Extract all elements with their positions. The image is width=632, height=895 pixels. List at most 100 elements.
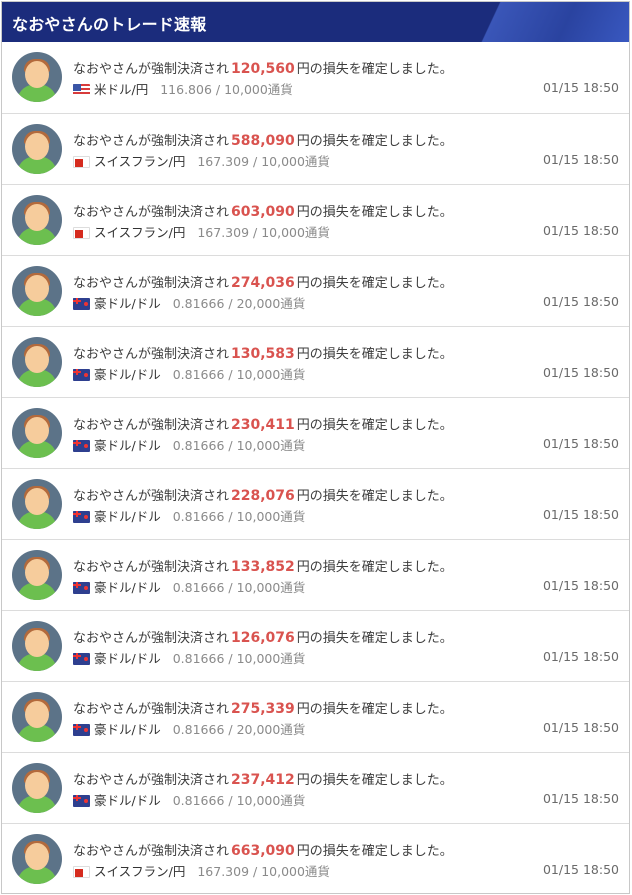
list-item[interactable]: なおやさんが強制決済され 133,852 円の損失を確定しました。 豪ドル/ドル 0.8…	[2, 540, 629, 611]
trade-message: なおやさんが強制決済され 603,090 円の損失を確定しました。	[73, 201, 453, 220]
message-prefix: なおやさんが強制決済され	[73, 347, 230, 362]
currency-pair: 豪ドル/ドル	[94, 296, 161, 311]
loss-amount: 275,339	[231, 701, 295, 717]
au-flag-icon	[73, 511, 90, 523]
loss-amount: 274,036	[231, 275, 295, 291]
trade-message: なおやさんが強制決済され 130,583 円の損失を確定しました。	[73, 343, 453, 362]
list-item[interactable]: なおやさんが強制決済され 120,560 円の損失を確定しました。 米ドル/円 116.…	[2, 42, 629, 114]
au-flag-icon	[73, 298, 90, 310]
currency-pair: 豪ドル/ドル	[94, 438, 161, 453]
list-item[interactable]: なおやさんが強制決済され 603,090 円の損失を確定しました。 スイスフラン/円 1…	[2, 185, 629, 256]
timestamp: 01/15 18:50	[542, 436, 619, 451]
trade-details: 豪ドル/ドル 0.81666 / 10,000通貨	[73, 364, 305, 383]
list-item[interactable]: なおやさんが強制決済され 130,583 円の損失を確定しました。豪ドル/ドル 0.8…	[2, 327, 629, 398]
us-flag-icon	[73, 84, 90, 96]
message-prefix: なおやさんが強制決済され	[73, 134, 230, 149]
message-suffix: 円の損失を確定しました。	[296, 276, 453, 291]
rate-and-lot: 0.81666 / 10,000通貨	[172, 509, 306, 524]
currency-pair: 豪ドル/ドル	[94, 722, 161, 737]
message-suffix: 円の損失を確定しました。	[296, 631, 453, 646]
avatar	[12, 337, 62, 387]
list-item[interactable]: なおやさんが強制決済され 230,411 円の損失を確定しました。 豪ドル/ドル 0.8…	[2, 398, 629, 469]
currency-pair: スイスフラン/円	[94, 154, 186, 169]
avatar	[12, 550, 62, 600]
list-item[interactable]: なおやさんが強制決済され 237,412 円の損失を確定しました。 豪ドル/ドル 0.8…	[2, 753, 629, 824]
avatar	[12, 124, 62, 174]
trade-message: なおやさんが強制決済され 230,411 円の損失を確定しました。	[73, 414, 453, 433]
rate-and-lot: 0.81666 / 10,000通貨	[172, 367, 306, 382]
timestamp: 01/15 18:50	[542, 80, 619, 95]
au-flag-icon	[73, 653, 90, 665]
timestamp: 01/15 18:50	[542, 294, 619, 309]
ch-flag-icon	[73, 156, 90, 168]
ch-flag-icon	[73, 866, 90, 878]
loss-amount: 230,411	[231, 417, 295, 433]
trade-details: 豪ドル/ドル 0.81666 / 20,000通貨	[73, 293, 305, 312]
message-prefix: なおやさんが強制決済され	[73, 418, 230, 433]
avatar	[12, 479, 62, 529]
timestamp: 01/15 18:50	[542, 365, 619, 380]
timestamp: 01/15 18:50	[542, 862, 619, 877]
message-suffix: 円の損失を確定しました。	[296, 134, 453, 149]
trade-details: 豪ドル/ドル 0.81666 / 10,000通貨	[73, 648, 305, 667]
rate-and-lot: 0.81666 / 10,000通貨	[172, 793, 306, 808]
avatar	[12, 408, 62, 458]
trade-details: 豪ドル/ドル 0.81666 / 10,000通貨	[73, 506, 305, 525]
message-suffix: 円の損失を確定しました。	[296, 702, 453, 717]
trade-message: なおやさんが強制決済され 126,076 円の損失を確定しました。	[73, 627, 453, 646]
rate-and-lot: 167.309 / 10,000通貨	[197, 864, 330, 879]
currency-pair: 豪ドル/ドル	[94, 509, 161, 524]
avatar	[12, 692, 62, 742]
list-item[interactable]: なおやさんが強制決済され 275,339 円の損失を確定しました。 豪ドル/ドル 0.8…	[2, 682, 629, 753]
trade-details: 豪ドル/ドル 0.81666 / 20,000通貨	[73, 719, 305, 738]
message-prefix: なおやさんが強制決済され	[73, 844, 230, 859]
trade-details: 豪ドル/ドル 0.81666 / 10,000通貨	[73, 435, 305, 454]
loss-amount: 130,583	[231, 346, 295, 362]
loss-amount: 120,560	[231, 61, 295, 77]
currency-pair: 米ドル/円	[94, 82, 149, 97]
feed-title: なおやさんのトレード速報	[12, 15, 207, 34]
loss-amount: 126,076	[231, 630, 295, 646]
list-item[interactable]: なおやさんが強制決済され 663,090 円の損失を確定しました。 スイスフラン/円 1…	[2, 824, 629, 893]
currency-pair: 豪ドル/ドル	[94, 367, 161, 382]
message-prefix: なおやさんが強制決済され	[73, 205, 230, 220]
message-suffix: 円の損失を確定しました。	[296, 489, 453, 504]
au-flag-icon	[73, 582, 90, 594]
timestamp: 01/15 18:50	[542, 791, 619, 806]
trade-message: なおやさんが強制決済され 133,852 円の損失を確定しました。	[73, 556, 453, 575]
message-prefix: なおやさんが強制決済され	[73, 560, 230, 575]
list-item[interactable]: なおやさんが強制決済され 588,090 円の損失を確定しました。スイスフラン/円 1…	[2, 114, 629, 185]
rate-and-lot: 0.81666 / 10,000通貨	[172, 580, 306, 595]
trade-message: なおやさんが強制決済され 237,412 円の損失を確定しました。	[73, 769, 453, 788]
avatar	[12, 52, 62, 102]
trade-details: スイスフラン/円 167.309 / 10,000通貨	[73, 151, 330, 170]
rate-and-lot: 167.309 / 10,000通貨	[197, 225, 330, 240]
au-flag-icon	[73, 724, 90, 736]
message-suffix: 円の損失を確定しました。	[296, 347, 453, 362]
timestamp: 01/15 18:50	[542, 223, 619, 238]
rate-and-lot: 0.81666 / 10,000通貨	[172, 651, 306, 666]
au-flag-icon	[73, 795, 90, 807]
message-suffix: 円の損失を確定しました。	[296, 62, 453, 77]
timestamp: 01/15 18:50	[542, 507, 619, 522]
message-suffix: 円の損失を確定しました。	[296, 844, 453, 859]
list-item[interactable]: なおやさんが強制決済され 274,036 円の損失を確定しました。豪ドル/ドル 0.8…	[2, 256, 629, 327]
avatar	[12, 621, 62, 671]
timestamp: 01/15 18:50	[542, 578, 619, 593]
list-item[interactable]: なおやさんが強制決済され 126,076 円の損失を確定しました。 豪ドル/ドル 0.8…	[2, 611, 629, 682]
loss-amount: 588,090	[231, 133, 295, 149]
currency-pair: スイスフラン/円	[94, 864, 186, 879]
loss-amount: 133,852	[231, 559, 295, 575]
message-suffix: 円の損失を確定しました。	[296, 418, 453, 433]
list-item[interactable]: なおやさんが強制決済され 228,076 円の損失を確定しました。 豪ドル/ドル 0.8…	[2, 469, 629, 540]
au-flag-icon	[73, 440, 90, 452]
loss-amount: 228,076	[231, 488, 295, 504]
trade-details: スイスフラン/円 167.309 / 10,000通貨	[73, 222, 330, 241]
message-suffix: 円の損失を確定しました。	[296, 205, 453, 220]
rate-and-lot: 0.81666 / 20,000通貨	[172, 296, 306, 311]
message-prefix: なおやさんが強制決済され	[73, 631, 230, 646]
feed-header: なおやさんのトレード速報	[2, 2, 629, 42]
message-prefix: なおやさんが強制決済され	[73, 62, 230, 77]
timestamp: 01/15 18:50	[542, 152, 619, 167]
message-prefix: なおやさんが強制決済され	[73, 276, 230, 291]
